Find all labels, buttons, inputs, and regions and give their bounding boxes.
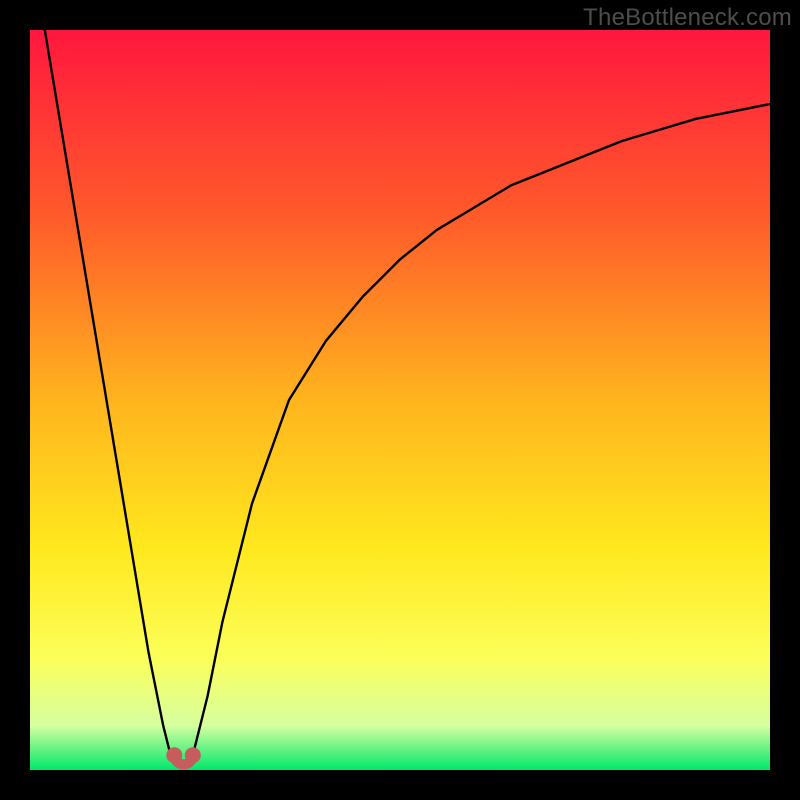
marker-dot	[185, 747, 201, 763]
plot-area	[30, 30, 770, 770]
chart-svg	[30, 30, 770, 770]
watermark-text: TheBottleneck.com	[583, 4, 792, 32]
gradient-bg	[30, 30, 770, 770]
chart-frame: TheBottleneck.com	[0, 0, 800, 800]
marker-dot	[166, 747, 182, 763]
